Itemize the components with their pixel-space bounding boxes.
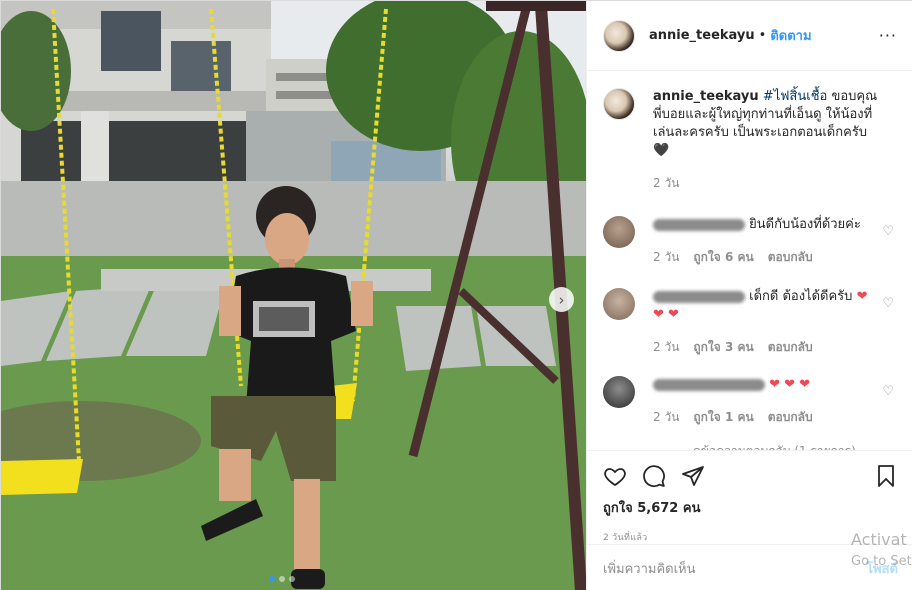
view-replies-label: ดูข้อความตอบกลับ (1 รายการ) <box>693 442 856 450</box>
comment-likes[interactable]: ถูกใจ 1 คน <box>693 408 753 426</box>
comment-icon[interactable] <box>642 464 666 488</box>
post-username[interactable]: annie_teekayu <box>649 28 755 43</box>
avatar[interactable] <box>603 216 635 248</box>
post-photo[interactable]: › <box>1 1 586 590</box>
comment-likes[interactable]: ถูกใจ 6 คน <box>693 248 753 266</box>
blurred-username[interactable] <box>653 378 765 391</box>
reply-button[interactable]: ตอบกลับ <box>768 248 813 266</box>
comment-likes[interactable]: ถูกใจ 3 คน <box>693 338 753 356</box>
post-comment-button[interactable]: โพสต์ <box>866 558 898 579</box>
comment-time[interactable]: 2 วัน <box>653 248 679 266</box>
blurred-username[interactable] <box>653 290 745 303</box>
comment-like-icon[interactable]: ♡ <box>882 224 894 239</box>
carousel-next-button[interactable]: › <box>549 287 574 312</box>
view-replies-button[interactable]: ดูข้อความตอบกลับ (1 รายการ) <box>653 442 898 450</box>
post-modal: › annie_teekayu • ติดตาม ··· annie_teeka… <box>0 0 912 590</box>
photo-illustration <box>1 1 586 590</box>
more-options-icon[interactable]: ··· <box>879 26 897 45</box>
comment-time[interactable]: 2 วัน <box>653 408 679 426</box>
post-actions: ถูกใจ 5,672 คน 2 วันที่แล้ว <box>587 450 912 544</box>
post-side-panel: annie_teekayu • ติดตาม ··· annie_teekayu… <box>586 1 912 590</box>
comment-like-icon[interactable]: ♡ <box>882 296 894 311</box>
comments-list[interactable]: annie_teekayu #ไฟสิ้นเชื้อ ขอบคุณพี่บอยแ… <box>587 72 912 450</box>
chevron-right-icon: › <box>558 290 565 309</box>
header-separator: • <box>758 28 767 43</box>
follow-button[interactable]: ติดตาม <box>770 25 811 46</box>
comment-item: ❤ ❤ ❤ 2 วัน ถูกใจ 1 คน ตอบกลับ ♡ <box>603 376 898 426</box>
red-hearts-emoji: ❤ ❤ ❤ <box>769 377 811 392</box>
reply-button[interactable]: ตอบกลับ <box>768 338 813 356</box>
black-heart-emoji: 🖤 <box>653 143 670 158</box>
paper-plane-icon[interactable] <box>681 464 705 488</box>
add-comment-bar: เพิ่มความคิดเห็น โพสต์ <box>587 544 912 590</box>
blurred-username[interactable] <box>653 218 745 231</box>
comment-like-icon[interactable]: ♡ <box>882 384 894 399</box>
bookmark-icon[interactable] <box>874 464 898 488</box>
comment-time[interactable]: 2 วัน <box>653 338 679 356</box>
post-header: annie_teekayu • ติดตาม ··· <box>587 1 912 71</box>
avatar[interactable] <box>603 376 635 408</box>
caption: annie_teekayu #ไฟสิ้นเชื้อ ขอบคุณพี่บอยแ… <box>603 88 898 192</box>
heart-outline-icon[interactable] <box>603 464 627 488</box>
likes-count[interactable]: ถูกใจ 5,672 คน <box>603 497 898 518</box>
caption-username[interactable]: annie_teekayu <box>653 89 759 104</box>
avatar[interactable] <box>603 19 635 52</box>
avatar[interactable] <box>603 88 635 120</box>
comment-input[interactable]: เพิ่มความคิดเห็น <box>603 558 696 579</box>
hashtag-link[interactable]: #ไฟสิ้นเชื้อ <box>763 89 828 104</box>
avatar[interactable] <box>603 288 635 320</box>
carousel-dot <box>269 576 275 582</box>
carousel-dot <box>279 576 285 582</box>
comment-item: เด็กดี ต้องได้ดีครับ ❤ ❤ ❤ 2 วัน ถูกใจ 3… <box>603 288 898 356</box>
comment-text: ยินดีกับน้องที่ด้วยค่ะ <box>745 217 861 232</box>
carousel-indicator <box>269 576 295 582</box>
caption-time[interactable]: 2 วัน <box>653 174 679 192</box>
comment-item: ยินดีกับน้องที่ด้วยค่ะ 2 วัน ถูกใจ 6 คน … <box>603 216 898 266</box>
comment-text: เด็กดี ต้องได้ดีครับ <box>745 289 857 304</box>
carousel-dot <box>289 576 295 582</box>
reply-button[interactable]: ตอบกลับ <box>768 408 813 426</box>
post-timestamp[interactable]: 2 วันที่แล้ว <box>603 530 898 544</box>
